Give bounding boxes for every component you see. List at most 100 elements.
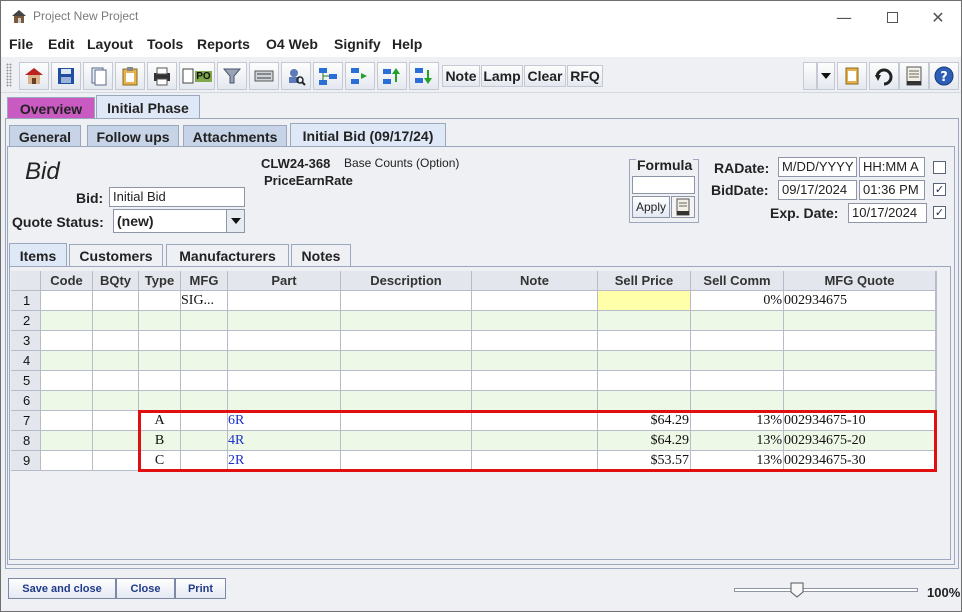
cell-code[interactable] — [41, 431, 93, 451]
cell-mfg-quote[interactable]: 002934675-20 — [784, 431, 936, 451]
cell-code[interactable] — [41, 371, 93, 391]
col-header-note[interactable]: Note — [472, 271, 598, 291]
cell-mfg-quote[interactable] — [784, 371, 936, 391]
cell-mfg[interactable] — [181, 391, 228, 411]
cell-note[interactable] — [472, 331, 598, 351]
tab-follow-ups[interactable]: Follow ups — [87, 125, 179, 147]
toolbar-grip[interactable] — [6, 63, 12, 87]
help-button[interactable]: ? — [929, 62, 959, 90]
cell-description[interactable] — [341, 391, 472, 411]
col-header-type[interactable]: Type — [139, 271, 181, 291]
cell-type[interactable] — [139, 371, 181, 391]
cell-part[interactable] — [228, 391, 341, 411]
tab-customers[interactable]: Customers — [69, 244, 163, 266]
cell-bqty[interactable] — [93, 311, 139, 331]
tab-items[interactable]: Items — [9, 243, 67, 267]
table-row[interactable]: 9 C 2R $53.57 13% 002934675-30 — [11, 451, 937, 471]
cell-type[interactable]: B — [139, 431, 181, 451]
cell-code[interactable] — [41, 411, 93, 431]
cell-description[interactable] — [341, 311, 472, 331]
cell-part[interactable]: 6R — [228, 411, 341, 431]
col-header-mfg-quote[interactable]: MFG Quote — [784, 271, 936, 291]
print-bottom-button[interactable]: Print — [175, 578, 226, 599]
cell-sell-price[interactable]: $64.29 — [598, 431, 691, 451]
cell-type[interactable] — [139, 391, 181, 411]
cell-part[interactable] — [228, 331, 341, 351]
tab-manufacturers[interactable]: Manufacturers — [166, 244, 289, 266]
cell-mfg-quote[interactable] — [784, 391, 936, 411]
clipboard-button[interactable] — [115, 62, 145, 90]
cell-description[interactable] — [341, 371, 472, 391]
cell-bqty[interactable] — [93, 351, 139, 371]
col-header-rownum[interactable] — [11, 271, 41, 291]
cell-part[interactable]: 4R — [228, 431, 341, 451]
table-row[interactable]: 1 SIG... 0% 002934675 — [11, 291, 937, 311]
close-window-button[interactable]: ✕ — [915, 1, 961, 33]
tree-move-up-button[interactable] — [377, 62, 407, 90]
cell-description[interactable] — [341, 451, 472, 471]
table-row[interactable]: 2 — [11, 311, 937, 331]
cell-sell-comm[interactable] — [691, 391, 784, 411]
cell-code[interactable] — [41, 451, 93, 471]
cell-note[interactable] — [472, 431, 598, 451]
zoom-slider-thumb[interactable] — [790, 582, 804, 598]
cell-sell-comm[interactable] — [691, 331, 784, 351]
cell-part[interactable] — [228, 351, 341, 371]
cell-part[interactable] — [228, 291, 341, 311]
cell-code[interactable] — [41, 291, 93, 311]
cell-sell-price[interactable] — [598, 391, 691, 411]
col-header-part[interactable]: Part — [228, 271, 341, 291]
tab-attachments[interactable]: Attachments — [183, 125, 287, 147]
cell-sell-price[interactable] — [598, 371, 691, 391]
cell-sell-comm[interactable]: 13% — [691, 431, 784, 451]
cell-type[interactable] — [139, 291, 181, 311]
cell-mfg[interactable] — [181, 371, 228, 391]
cell-sell-price[interactable] — [598, 351, 691, 371]
cell-sell-price[interactable]: $53.57 — [598, 451, 691, 471]
cell-sell-price[interactable]: $64.29 — [598, 411, 691, 431]
keyboard-button[interactable] — [249, 62, 279, 90]
cell-part[interactable] — [228, 311, 341, 331]
menu-signify[interactable]: Signify — [334, 36, 381, 52]
cell-code[interactable] — [41, 391, 93, 411]
cell-sell-price[interactable] — [598, 291, 691, 311]
cell-code[interactable] — [41, 331, 93, 351]
menu-file[interactable]: File — [9, 36, 33, 52]
cell-mfg[interactable] — [181, 351, 228, 371]
menu-help[interactable]: Help — [392, 36, 422, 52]
cell-mfg-quote[interactable]: 002934675-30 — [784, 451, 936, 471]
col-header-bqty[interactable]: BQty — [93, 271, 139, 291]
notes-button[interactable] — [837, 62, 867, 90]
zoom-slider-track[interactable] — [734, 588, 918, 592]
cell-sell-price[interactable] — [598, 331, 691, 351]
tab-general[interactable]: General — [9, 125, 81, 147]
tree-move-down-button[interactable] — [409, 62, 439, 90]
tab-overview[interactable]: Overview — [7, 97, 95, 119]
table-row[interactable]: 4 — [11, 351, 937, 371]
cell-sell-comm[interactable]: 13% — [691, 411, 784, 431]
radate-checkbox[interactable] — [933, 161, 946, 174]
quote-status-select[interactable]: (new) — [113, 209, 245, 233]
tab-initial-phase[interactable]: Initial Phase — [96, 95, 200, 119]
filter-button[interactable] — [217, 62, 247, 90]
table-row[interactable]: 7 A 6R $64.29 13% 002934675-10 — [11, 411, 937, 431]
exp-date-input[interactable]: 10/17/2024 — [848, 203, 927, 223]
cell-sell-price[interactable] — [598, 311, 691, 331]
cell-note[interactable] — [472, 371, 598, 391]
cell-part[interactable] — [228, 371, 341, 391]
rfq-button[interactable]: RFQ — [567, 65, 603, 87]
home-button[interactable] — [19, 62, 49, 90]
cell-mfg[interactable] — [181, 331, 228, 351]
bid-name-input[interactable]: Initial Bid — [109, 187, 245, 207]
cell-bqty[interactable] — [93, 431, 139, 451]
cell-mfg-quote[interactable]: 002934675 — [784, 291, 936, 311]
cell-mfg[interactable] — [181, 451, 228, 471]
minimize-button[interactable]: — — [821, 1, 867, 33]
cell-sell-comm[interactable]: 0% — [691, 291, 784, 311]
po-button[interactable]: PO — [179, 62, 215, 90]
menu-edit[interactable]: Edit — [48, 36, 74, 52]
exp-date-checkbox[interactable]: ✓ — [933, 206, 946, 219]
search-user-button[interactable] — [281, 62, 311, 90]
cell-mfg[interactable] — [181, 411, 228, 431]
cell-bqty[interactable] — [93, 411, 139, 431]
